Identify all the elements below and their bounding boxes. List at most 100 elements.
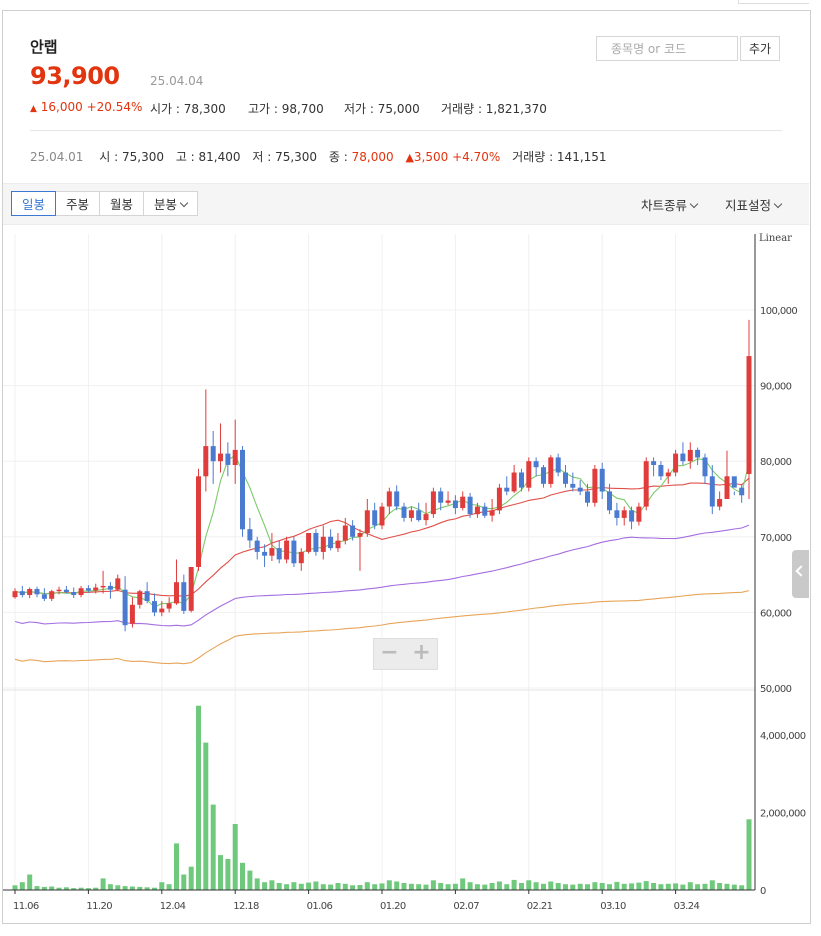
candle-body (174, 582, 179, 604)
candle-body (519, 472, 524, 488)
candle-body (533, 461, 539, 468)
chart-toolbar: 일봉 주봉 월봉 분봉 차트종류 지표설정 (3, 183, 809, 225)
volume-bar (665, 883, 671, 890)
stock-chart[interactable]: Linear 100,000 90,000 80,000 70,000 60,000 50,… (3, 226, 809, 921)
candle-body (614, 510, 620, 518)
volume-bar (342, 883, 348, 890)
candle-body (71, 592, 77, 595)
volume-bar (629, 883, 635, 890)
volume-tick-label: 4,000,000 (760, 731, 806, 742)
time-tick-label: 12.18 (233, 901, 259, 912)
candle-body (144, 591, 150, 601)
candle-body (526, 461, 532, 488)
volume-bar (577, 883, 583, 890)
prev-volume-value: 141,151 (556, 150, 607, 164)
tab-weekly[interactable]: 주봉 (55, 191, 101, 216)
tab-daily[interactable]: 일봉 (11, 191, 57, 216)
prev-high-label: 고 (175, 150, 187, 164)
candle-body (232, 449, 238, 465)
candle-body (673, 453, 679, 473)
candle-body (416, 510, 422, 521)
chart-type-menu[interactable]: 차트종류 (641, 195, 699, 214)
candle-body (342, 525, 348, 541)
volume-stat: 거래량 : 1,821,370 (441, 102, 547, 116)
prev-close-label: 종 (328, 150, 340, 164)
candle-body (687, 449, 693, 462)
candle-body (607, 491, 612, 511)
prev-close-value: 78,000 (351, 150, 394, 164)
candle-body (291, 540, 297, 564)
candle-body (93, 587, 99, 591)
volume-bar (262, 882, 268, 890)
candle-body (203, 446, 209, 477)
volume-bar (210, 804, 216, 890)
volume-bar (658, 884, 664, 890)
volume-bar (438, 883, 444, 890)
volume-bar (607, 884, 612, 890)
candle-body (85, 588, 91, 591)
price-tick-label: 60,000 (760, 608, 792, 619)
prev-change: ▲3,500 +4.70% (405, 150, 500, 164)
volume-bar (19, 882, 25, 890)
volume-tick-label: 0 (760, 886, 766, 897)
volume-bar (430, 880, 436, 890)
candle-body (430, 491, 436, 515)
volume-bar (27, 874, 33, 890)
prev-open-label: 시 (99, 150, 111, 164)
volume-bar (643, 881, 649, 890)
side-panel-toggle[interactable] (792, 550, 809, 598)
candle-body (122, 589, 128, 626)
zoom-in-button[interactable]: + (406, 639, 437, 669)
candle-body (482, 506, 488, 516)
candle-body (225, 453, 231, 465)
chart-area[interactable]: Linear 100,000 90,000 80,000 70,000 60,000 50,… (3, 226, 809, 921)
volume-bar (107, 884, 113, 890)
volume-bar (357, 885, 363, 890)
candle-body (577, 487, 583, 492)
tab-monthly[interactable]: 월봉 (99, 191, 145, 216)
candle-body (320, 536, 326, 552)
volume-bar (386, 880, 392, 890)
volume-bar (306, 882, 312, 890)
volume-bar (174, 843, 179, 890)
candle-body (27, 589, 33, 595)
tab-minute[interactable]: 분봉 (143, 191, 199, 216)
zoom-out-button[interactable]: − (374, 639, 405, 669)
volume-bar (122, 886, 128, 890)
candle-body (19, 591, 25, 595)
prev-date: 25.04.01 (30, 150, 84, 164)
price-tick-label: 100,000 (760, 306, 797, 317)
candle-body (41, 594, 47, 599)
time-tick-label: 02.21 (527, 901, 553, 912)
candle-body (746, 356, 752, 474)
chart-type-label: 차트종류 (641, 198, 688, 213)
volume-bar (100, 878, 106, 890)
volume-bar (364, 882, 370, 890)
volume-bar (394, 881, 400, 890)
candle-body (298, 551, 304, 564)
add-stock-button[interactable]: 추가 (740, 36, 780, 61)
price-tick-label: 80,000 (760, 457, 792, 468)
volume-bar (298, 883, 304, 890)
open-stat: 시가 : 78,300 (150, 102, 226, 116)
indicator-settings-menu[interactable]: 지표설정 (725, 195, 783, 214)
tab-minute-label: 분봉 (154, 197, 178, 212)
candle-body (12, 591, 18, 598)
candle-body (709, 476, 715, 507)
prev-high-value: 81,400 (198, 150, 241, 164)
time-tick-label: 01.20 (380, 901, 406, 912)
indicator-label: 지표설정 (725, 198, 772, 213)
volume-bar (445, 884, 451, 890)
candle-body (460, 496, 466, 508)
chevron-down-icon (689, 199, 699, 209)
low-label: 저가 (344, 102, 367, 116)
volume-bar (232, 824, 238, 890)
candle-body (739, 487, 745, 496)
candle-body (731, 476, 737, 488)
candle-body (504, 487, 510, 492)
candle-body (452, 500, 458, 509)
volume-bar (159, 882, 165, 890)
candle-body (276, 548, 282, 560)
stock-search-input[interactable]: 종목명 or 코드 (596, 36, 738, 61)
candle-body (394, 491, 400, 507)
